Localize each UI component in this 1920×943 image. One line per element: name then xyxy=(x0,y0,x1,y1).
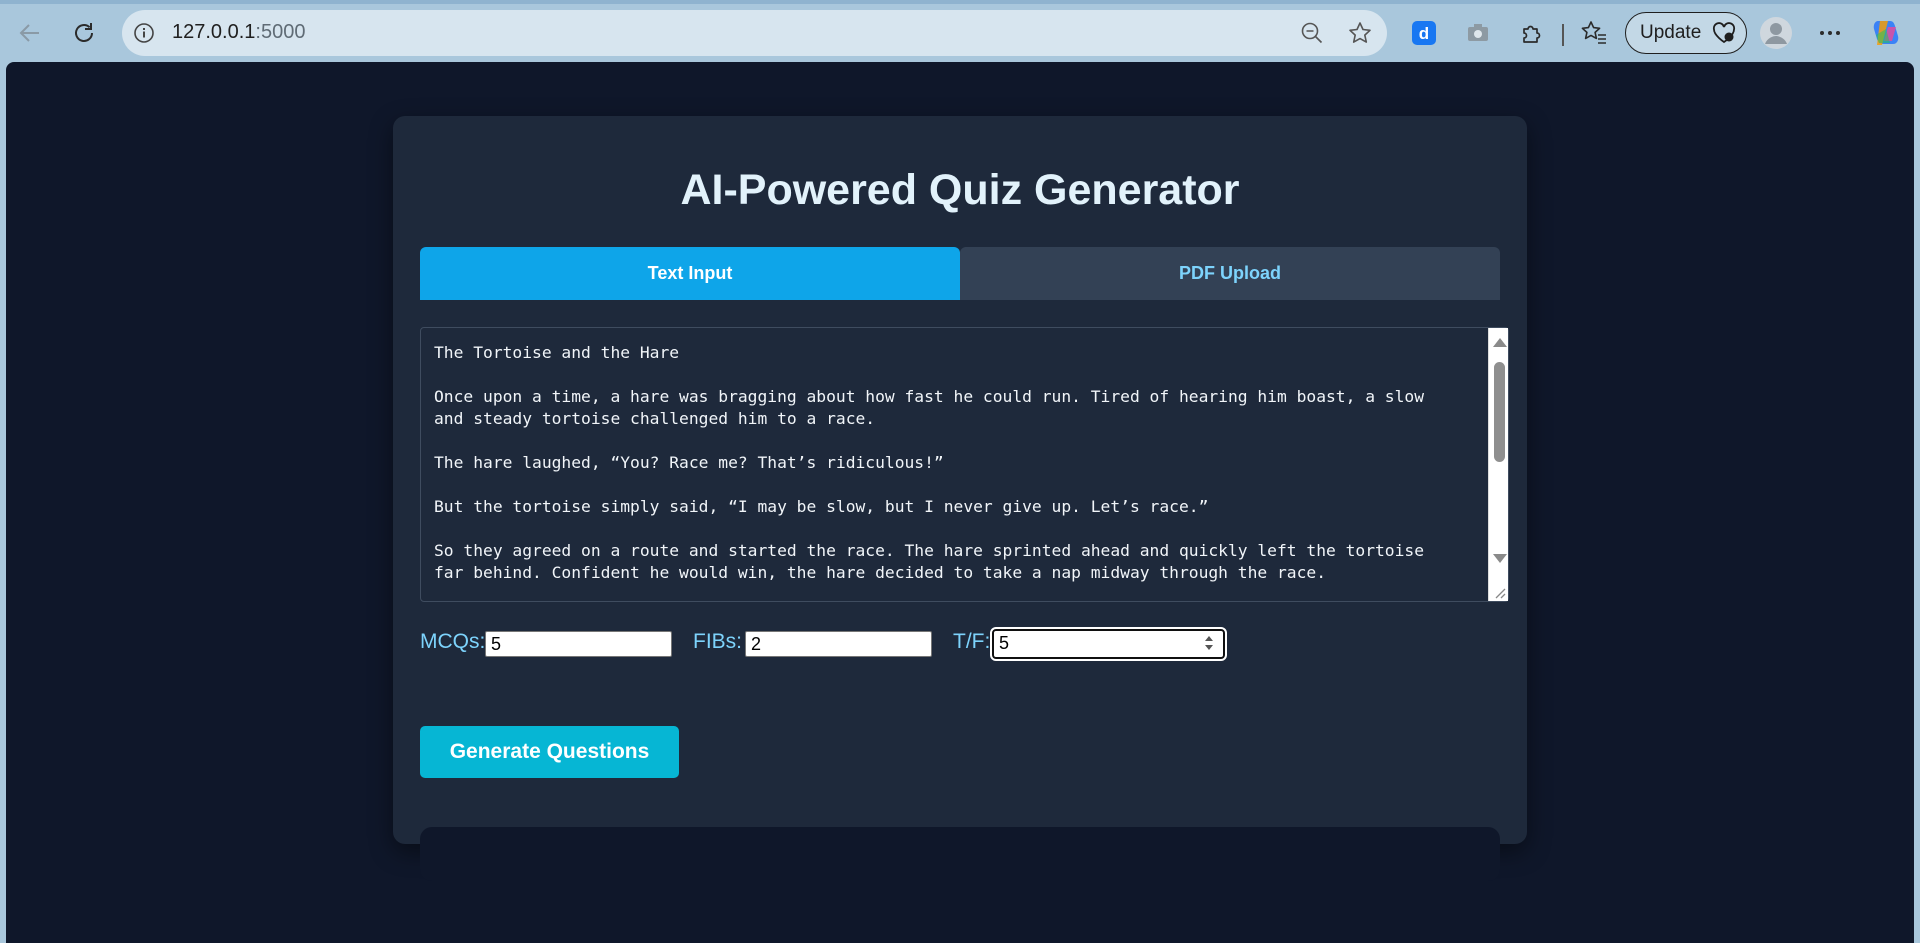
url-host: 127.0.0.1 xyxy=(172,21,256,43)
health-heart-icon xyxy=(1712,22,1736,44)
url-text[interactable]: 127.0.0.1:5000 xyxy=(172,21,305,44)
back-arrow-icon xyxy=(19,24,39,42)
camera-icon xyxy=(1468,24,1488,41)
extensions-button[interactable] xyxy=(1512,13,1552,53)
update-button[interactable]: Update xyxy=(1625,12,1747,54)
scroll-up-arrow-icon[interactable] xyxy=(1493,338,1507,347)
refresh-button[interactable] xyxy=(64,13,104,53)
address-bar[interactable]: 127.0.0.1:5000 xyxy=(122,10,1387,56)
profile-button[interactable] xyxy=(1756,13,1796,53)
ellipsis-icon xyxy=(1820,31,1840,35)
mcq-label: MCQs: xyxy=(420,630,486,653)
favorites-star-list-icon xyxy=(1581,21,1606,44)
resize-handle-icon[interactable] xyxy=(1492,585,1506,599)
tf-count-value: 5 xyxy=(999,633,1010,653)
copilot-icon xyxy=(1873,21,1899,45)
question-counts: MCQs: 5 FIBs: 2 T/F: 5 xyxy=(420,627,1520,661)
fib-count-input[interactable]: 2 xyxy=(745,631,932,657)
input-tabs: Text Input PDF Upload xyxy=(420,247,1500,300)
back-button[interactable] xyxy=(10,13,50,53)
url-port: :5000 xyxy=(255,21,306,43)
tab-pdf-upload[interactable]: PDF Upload xyxy=(960,247,1500,300)
favorites-button[interactable] xyxy=(1574,13,1614,53)
questions-output-panel xyxy=(420,827,1500,881)
textarea-scrollbar[interactable] xyxy=(1488,328,1508,601)
avatar xyxy=(1760,17,1792,49)
text-input-content[interactable]: The Tortoise and the Hare Once upon a ti… xyxy=(421,328,1489,601)
tf-label: T/F: xyxy=(953,630,991,653)
text-input-area[interactable]: The Tortoise and the Hare Once upon a ti… xyxy=(420,327,1509,602)
page-viewport: AI-Powered Quiz Generator Text Input PDF… xyxy=(6,62,1914,943)
page-title: AI-Powered Quiz Generator xyxy=(680,166,1240,214)
generate-questions-button[interactable]: Generate Questions xyxy=(420,726,679,778)
camera-extension-button[interactable] xyxy=(1458,13,1498,53)
extension-d-button[interactable]: d xyxy=(1404,13,1444,53)
fib-label: FIBs: xyxy=(693,630,743,653)
toolbar-divider xyxy=(1562,24,1564,46)
puzzle-icon xyxy=(1523,25,1541,43)
tf-count-input[interactable]: 5 xyxy=(990,627,1227,661)
tab-text-input[interactable]: Text Input xyxy=(420,247,960,300)
mcq-count-input[interactable]: 5 xyxy=(485,631,672,657)
quiz-card: AI-Powered Quiz Generator Text Input PDF… xyxy=(393,116,1527,881)
update-label: Update xyxy=(1640,22,1702,43)
copilot-button[interactable] xyxy=(1866,13,1906,53)
svg-text:d: d xyxy=(1419,24,1429,43)
scroll-thumb[interactable] xyxy=(1494,362,1505,462)
site-info-icon[interactable] xyxy=(132,21,156,45)
d-extension-icon: d xyxy=(1412,21,1436,45)
more-options-button[interactable] xyxy=(1810,13,1850,53)
number-spinner-icon[interactable] xyxy=(1203,633,1215,653)
zoom-out-icon[interactable] xyxy=(1299,20,1325,46)
scroll-down-arrow-icon[interactable] xyxy=(1493,554,1507,563)
favorite-star-icon[interactable] xyxy=(1347,20,1373,46)
browser-toolbar: 127.0.0.1:5000 d Update xyxy=(0,4,1920,62)
refresh-icon xyxy=(75,23,93,42)
